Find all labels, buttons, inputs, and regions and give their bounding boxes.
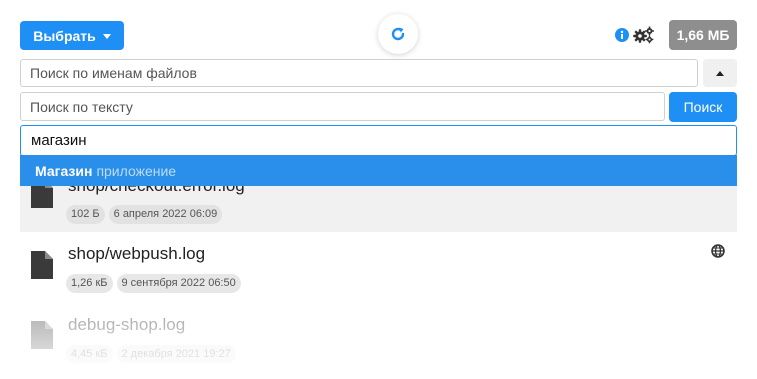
file-size-chip: 4,45 кБ <box>66 345 113 364</box>
settings-gears-icon[interactable] <box>633 26 655 44</box>
info-icon[interactable] <box>615 28 629 42</box>
tag-search-input[interactable]: магазин <box>20 125 737 156</box>
select-dropdown-button[interactable]: Выбрать <box>20 21 124 50</box>
globe-icon[interactable] <box>711 244 725 258</box>
file-size-chip: 1,26 кБ <box>66 274 113 293</box>
storage-usage-badge: 1,66 МБ <box>669 20 737 50</box>
text-search-input[interactable]: Поиск по тексту <box>20 92 665 121</box>
file-name[interactable]: shop/webpush.log <box>68 244 205 264</box>
file-row[interactable]: shop/webpush.log 1,26 кБ 9 сентября 2022… <box>20 233 737 301</box>
file-icon <box>31 321 53 349</box>
caret-down-icon <box>102 33 111 39</box>
file-basename: webpush.log <box>109 244 206 263</box>
file-directory: shop/ <box>68 244 110 263</box>
filename-search-placeholder: Поиск по именам файлов <box>30 65 197 81</box>
file-date-chip: 9 сентября 2022 06:50 <box>116 274 241 293</box>
tag-search-value: магазин <box>31 132 87 149</box>
text-search-placeholder: Поиск по тексту <box>30 98 133 115</box>
suggestion-tag: Магазин <box>35 162 93 179</box>
file-date-chip: 2 декабря 2021 19:27 <box>116 345 236 364</box>
file-name[interactable]: debug-shop.log <box>68 315 185 335</box>
refresh-icon <box>391 27 405 41</box>
filename-search-input[interactable]: Поиск по именам файлов <box>20 59 698 87</box>
search-button[interactable]: Поиск <box>669 92 737 122</box>
file-size-chip: 102 Б <box>66 205 105 224</box>
collapse-search-button[interactable] <box>703 59 737 87</box>
select-button-label: Выбрать <box>33 27 96 44</box>
caret-up-icon <box>716 70 724 76</box>
file-icon <box>31 251 53 279</box>
file-basename: debug-shop.log <box>68 315 186 334</box>
refresh-button[interactable] <box>378 14 418 54</box>
autocomplete-suggestion[interactable]: Магазин приложение <box>20 155 737 186</box>
suggestion-type: приложение <box>96 162 177 179</box>
file-row[interactable]: debug-shop.log 4,45 кБ 2 декабря 2021 19… <box>20 303 737 379</box>
file-date-chip: 6 апреля 2022 06:09 <box>108 205 223 224</box>
